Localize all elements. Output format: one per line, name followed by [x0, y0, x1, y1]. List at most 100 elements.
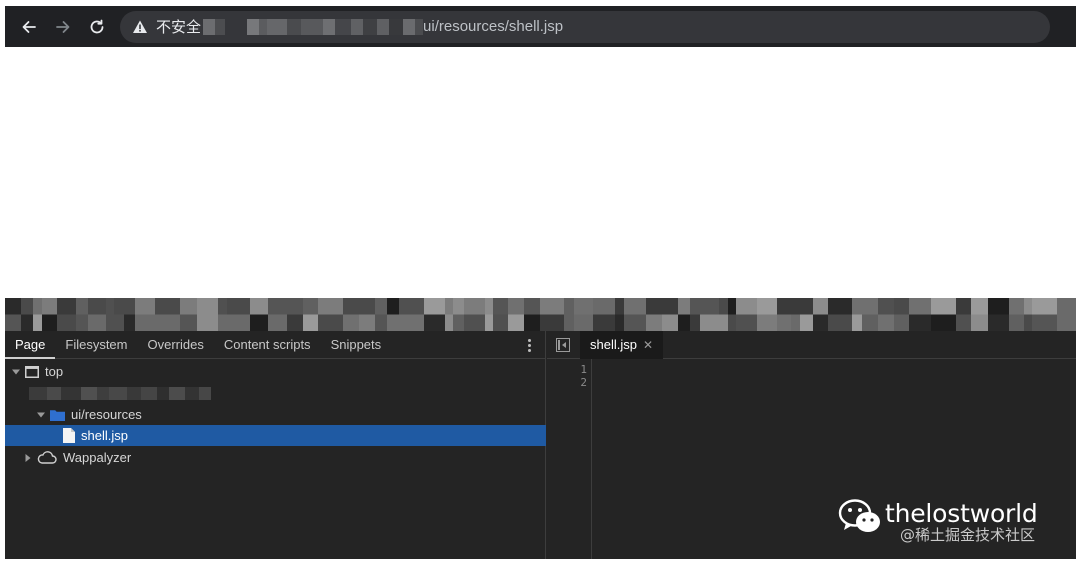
redaction-block — [700, 298, 719, 331]
redaction-block — [624, 298, 646, 331]
redaction-block — [791, 298, 800, 331]
redaction-block — [218, 298, 227, 331]
forward-button[interactable] — [48, 12, 78, 42]
redaction-block — [387, 298, 399, 331]
back-button[interactable] — [14, 12, 44, 42]
redaction-block — [114, 298, 124, 331]
tree-item-label: ui/resources — [71, 407, 142, 422]
redaction-block — [493, 298, 508, 331]
redaction-block — [303, 298, 318, 331]
redaction-block — [931, 298, 956, 331]
redacted-host-row — [5, 383, 546, 404]
file-icon — [63, 428, 75, 443]
wechat-logo-icon — [838, 499, 880, 532]
redaction-block — [445, 298, 453, 331]
line-number-gutter: 1 2 — [547, 359, 592, 559]
redaction-block — [777, 298, 791, 331]
sources-navigator: Page Filesystem Overrides Content script… — [5, 331, 546, 559]
redaction-block — [42, 298, 57, 331]
redaction-block — [1024, 298, 1032, 331]
browser-toolbar: 不安全 ui/resources/shell.jsp — [5, 6, 1076, 47]
redaction-block — [180, 298, 197, 331]
cloud-icon — [37, 451, 57, 464]
reload-button[interactable] — [82, 12, 112, 42]
redaction-block — [106, 298, 114, 331]
redaction-block — [287, 298, 303, 331]
line-number: 1 — [580, 363, 587, 376]
redaction-block — [268, 298, 287, 331]
redaction-block — [894, 298, 909, 331]
redaction-block — [574, 298, 593, 331]
tab-content-scripts[interactable]: Content scripts — [214, 331, 321, 359]
tree-item-folder[interactable]: ui/resources — [5, 404, 546, 425]
frame-icon — [25, 365, 39, 378]
tab-page[interactable]: Page — [5, 331, 56, 359]
redaction-block — [564, 298, 574, 331]
toggle-navigator-icon[interactable] — [556, 337, 570, 352]
editor-tab-label: shell.jsp — [590, 337, 637, 352]
tab-filesystem[interactable]: Filesystem — [55, 331, 137, 359]
redaction-block — [540, 298, 564, 331]
redaction-block — [690, 298, 700, 331]
redaction-block — [508, 298, 524, 331]
redaction-block — [57, 298, 76, 331]
tree-item-top[interactable]: top — [5, 361, 546, 382]
redaction-block — [757, 298, 777, 331]
watermark-subtitle: @稀土掘金技术社区 — [900, 526, 1036, 544]
redaction-block — [424, 298, 445, 331]
redaction-block — [343, 298, 359, 331]
redaction-block — [318, 298, 343, 331]
tree-item-file-selected[interactable]: shell.jsp — [5, 425, 546, 446]
redaction-block — [227, 298, 250, 331]
editor-tab-shell-jsp[interactable]: shell.jsp ✕ — [580, 330, 664, 359]
redaction-block — [909, 298, 931, 331]
redaction-block — [135, 298, 155, 331]
url-path[interactable]: ui/resources/shell.jsp — [423, 18, 563, 35]
redaction-block — [878, 298, 894, 331]
redaction-block — [464, 298, 485, 331]
redaction-block — [524, 298, 540, 331]
redaction-block — [971, 298, 988, 331]
redaction-block — [615, 298, 624, 331]
redaction-block — [728, 298, 736, 331]
tab-overrides[interactable]: Overrides — [138, 331, 214, 359]
redaction-block — [828, 298, 852, 331]
redaction-block — [736, 298, 757, 331]
folder-icon — [50, 409, 65, 421]
address-bar[interactable]: 不安全 ui/resources/shell.jsp — [120, 10, 1050, 43]
tree-item-extension[interactable]: Wappalyzer — [5, 447, 546, 468]
arrow-right-icon — [56, 20, 70, 33]
redaction-block — [719, 298, 728, 331]
tree-item-label: shell.jsp — [81, 428, 128, 443]
redaction-block — [399, 298, 424, 331]
tree-item-label: top — [45, 364, 64, 379]
redaction-block — [800, 298, 813, 331]
redaction-block — [1057, 298, 1076, 331]
redaction-block — [375, 298, 387, 331]
redaction-block — [988, 298, 1009, 331]
reload-icon — [90, 19, 104, 33]
redaction-block — [33, 298, 42, 331]
redaction-block — [88, 298, 106, 331]
redacted-host — [203, 18, 424, 36]
watermark: thelostworld @稀土掘金技术社区 — [838, 496, 1070, 546]
arrow-left-icon — [22, 20, 36, 33]
expand-triangle-icon[interactable] — [36, 410, 46, 420]
redaction-block — [678, 298, 690, 331]
redaction-block — [21, 298, 33, 331]
redaction-block — [485, 298, 493, 331]
redaction-block — [359, 298, 375, 331]
redaction-block — [862, 298, 878, 331]
tab-snippets[interactable]: Snippets — [321, 331, 392, 359]
more-options-icon[interactable] — [521, 337, 537, 353]
collapsed-triangle-icon[interactable] — [23, 453, 33, 463]
redaction-block — [852, 298, 862, 331]
expand-triangle-icon[interactable] — [11, 367, 21, 377]
redaction-block — [124, 298, 135, 331]
line-number: 2 — [580, 376, 587, 389]
close-icon[interactable]: ✕ — [643, 338, 653, 352]
redaction-block — [662, 298, 678, 331]
redacted-toolbar — [5, 298, 1076, 331]
redaction-block — [956, 298, 971, 331]
security-label[interactable]: 不安全 — [156, 16, 201, 37]
